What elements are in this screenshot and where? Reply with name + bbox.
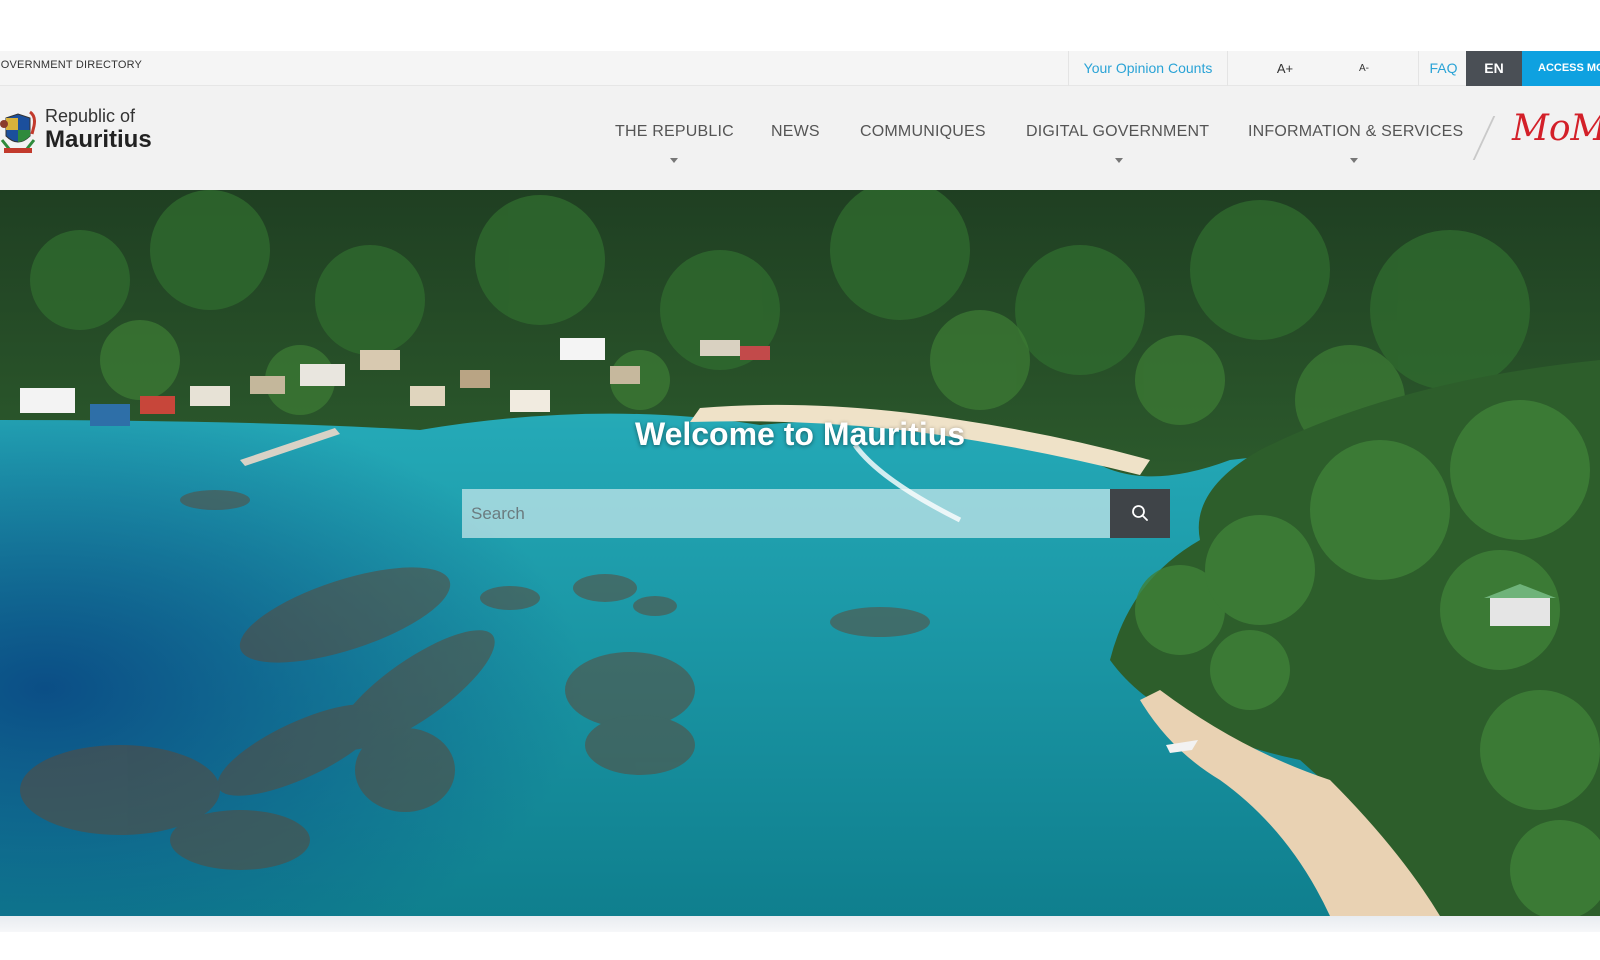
nav-label: DIGITAL GOVERNMENT bbox=[1026, 123, 1210, 140]
nav-communiques[interactable]: COMMUNIQUES bbox=[860, 86, 988, 190]
caret-down-icon bbox=[1350, 158, 1358, 163]
caret-down-icon bbox=[670, 158, 678, 163]
hero-banner: Welcome to Mauritius bbox=[0, 190, 1600, 916]
access-mode-button[interactable]: ACCESS MODE bbox=[1522, 51, 1600, 86]
nav-label: THE REPUBLIC bbox=[615, 123, 734, 140]
search-input[interactable] bbox=[462, 489, 1110, 538]
nav-divider bbox=[1472, 116, 1496, 160]
nav-news[interactable]: NEWS bbox=[771, 86, 823, 190]
nav-the-republic[interactable]: THE REPUBLIC bbox=[615, 86, 735, 190]
government-directory-link[interactable]: GOVERNMENT DIRECTORY bbox=[0, 51, 142, 81]
nav-label: COMMUNIQUES bbox=[860, 123, 986, 140]
caret-down-icon bbox=[1115, 158, 1123, 163]
faq-link[interactable]: FAQ bbox=[1418, 51, 1468, 86]
momo-logo[interactable]: MoMo bbox=[1512, 108, 1600, 149]
site-header: Republic of Mauritius THE REPUBLIC NEWS … bbox=[0, 86, 1600, 190]
nav-label: INFORMATION & SERVICES bbox=[1248, 123, 1464, 140]
search-icon bbox=[1132, 505, 1148, 521]
your-opinion-counts-link[interactable]: Your Opinion Counts bbox=[1068, 51, 1228, 86]
language-button[interactable]: EN bbox=[1466, 51, 1522, 86]
logo-line2: Mauritius bbox=[45, 126, 152, 153]
nav-digital-government[interactable]: DIGITAL GOVERNMENT bbox=[1026, 86, 1210, 190]
nav-label: NEWS bbox=[771, 123, 820, 140]
crest-icon bbox=[0, 110, 36, 153]
search-bar bbox=[462, 489, 1170, 538]
page-bottom-strip bbox=[0, 916, 1600, 932]
welcome-heading: Welcome to Mauritius bbox=[634, 416, 966, 452]
nav-information-services[interactable]: INFORMATION & SERVICES bbox=[1248, 86, 1464, 190]
hero-image bbox=[0, 190, 1600, 916]
logo-line1: Republic of bbox=[45, 106, 136, 126]
font-decrease-button[interactable]: A- bbox=[1334, 51, 1394, 86]
utility-bar: GOVERNMENT DIRECTORY Your Opinion Counts… bbox=[0, 51, 1600, 86]
site-logo[interactable]: Republic of Mauritius bbox=[0, 104, 170, 164]
font-increase-button[interactable]: A+ bbox=[1255, 51, 1315, 86]
search-button[interactable] bbox=[1110, 489, 1170, 538]
